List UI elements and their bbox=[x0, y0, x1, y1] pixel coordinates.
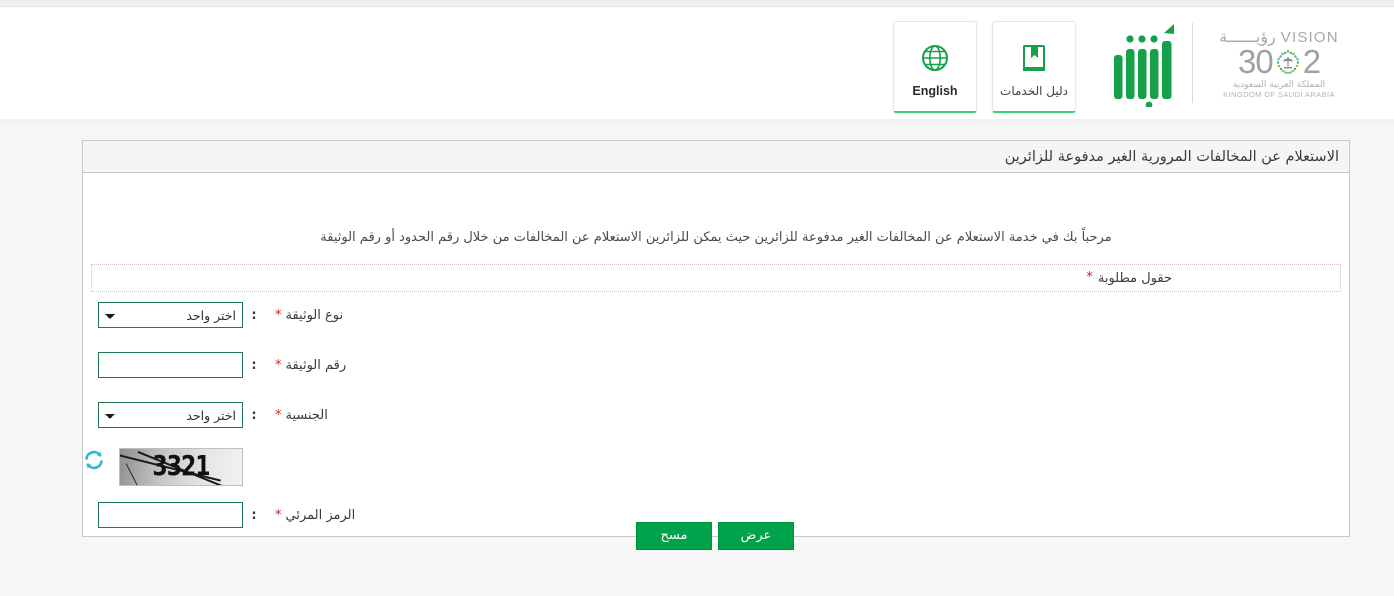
browser-top-strip bbox=[0, 0, 1394, 7]
form-row-document-type: نوع الوثيقة* : اختر واحد bbox=[81, 298, 1349, 332]
form-area: نوع الوثيقة* : اختر واحد رقم الوثيقة* : bbox=[81, 298, 1349, 548]
document-type-label: نوع الوثيقة bbox=[285, 307, 344, 323]
vision-num-left: 2 bbox=[1302, 43, 1321, 80]
header-inner: VISION رؤيــــــة 2 30 المملكة العربية ا… bbox=[0, 7, 1394, 119]
captcha-code-text: 3321 bbox=[152, 451, 210, 483]
header-action-cards: English دليل الخدمات bbox=[893, 21, 1085, 115]
vision-subtitle-en: KINGDOM OF SAUDI ARABIA bbox=[1223, 90, 1335, 99]
nationality-required-icon: * bbox=[275, 407, 282, 423]
vision-2030-logo: VISION رؤيــــــة 2 30 المملكة العربية ا… bbox=[1192, 23, 1349, 103]
absher-logo bbox=[1108, 19, 1182, 109]
panel-header: الاستعلام عن المخالفات المرورية الغير مد… bbox=[83, 141, 1349, 173]
services-guide-label: دليل الخدمات bbox=[1000, 83, 1068, 98]
captcha-refresh-button[interactable] bbox=[81, 448, 107, 474]
nationality-label-cell: الجنسية* bbox=[265, 408, 1349, 423]
vision-subtitle-ar: المملكة العربية السعودية bbox=[1232, 80, 1326, 90]
services-guide-button[interactable]: دليل الخدمات bbox=[992, 21, 1076, 113]
document-number-required-icon: * bbox=[275, 357, 282, 373]
site-header: VISION رؤيــــــة 2 30 المملكة العربية ا… bbox=[0, 7, 1394, 120]
document-type-label-cell: نوع الوثيقة* bbox=[265, 308, 1349, 323]
nationality-field-cell: اختر واحد bbox=[81, 402, 243, 428]
captcha-image-field-cell: 3321 bbox=[81, 448, 243, 486]
captcha-noise-line bbox=[125, 463, 143, 485]
nationality-select[interactable]: اختر واحد bbox=[98, 402, 243, 428]
required-fields-note-inner: حقول مطلوبة * bbox=[1086, 271, 1172, 286]
document-type-field-cell: اختر واحد bbox=[81, 302, 243, 328]
book-bookmark-icon bbox=[1019, 36, 1049, 80]
vision-palm-icon bbox=[1274, 48, 1302, 76]
required-fields-note: حقول مطلوبة * bbox=[91, 264, 1341, 292]
captcha-label: الرمز المرئي bbox=[285, 507, 356, 523]
document-type-required-icon: * bbox=[275, 307, 282, 323]
required-asterisk-icon: * bbox=[1086, 270, 1093, 285]
header-shadow-band bbox=[0, 119, 1394, 131]
vision-num-right: 30 bbox=[1237, 43, 1274, 80]
form-buttons: عرض مسح bbox=[81, 522, 1349, 550]
required-fields-label: حقول مطلوبة bbox=[1097, 270, 1172, 286]
service-panel: الاستعلام عن المخالفات المرورية الغير مد… bbox=[82, 140, 1350, 550]
captcha-colon: : bbox=[251, 507, 257, 523]
logo-group: VISION رؤيــــــة 2 30 المملكة العربية ا… bbox=[1108, 15, 1380, 111]
form-row-captcha-image: 3321 bbox=[81, 448, 1349, 486]
nationality-label: الجنسية bbox=[285, 407, 328, 423]
document-number-label: رقم الوثيقة bbox=[285, 357, 347, 373]
english-language-label: English bbox=[912, 83, 958, 98]
document-type-select[interactable]: اختر واحد bbox=[98, 302, 243, 328]
form-row-nationality: الجنسية* : اختر واحد bbox=[81, 398, 1349, 432]
refresh-icon bbox=[82, 448, 106, 475]
english-language-button[interactable]: English bbox=[893, 21, 977, 113]
document-number-input[interactable] bbox=[98, 352, 243, 378]
form-row-document-number: رقم الوثيقة* : bbox=[81, 348, 1349, 382]
page-title: الاستعلام عن المخالفات المرورية الغير مد… bbox=[1004, 148, 1339, 165]
document-number-colon: : bbox=[251, 357, 257, 373]
submit-button[interactable]: عرض bbox=[718, 522, 794, 550]
document-number-field-cell bbox=[81, 352, 243, 378]
captcha-image: 3321 bbox=[119, 448, 243, 486]
nationality-colon: : bbox=[251, 407, 257, 423]
panel-body: مرحباً بك في خدمة الاستعلام عن المخالفات… bbox=[83, 173, 1349, 550]
document-number-label-cell: رقم الوثيقة* bbox=[265, 358, 1349, 373]
document-type-colon: : bbox=[251, 307, 257, 323]
vision-number: 2 30 bbox=[1237, 43, 1321, 80]
clear-button[interactable]: مسح bbox=[636, 522, 712, 550]
captcha-label-cell: الرمز المرئي* bbox=[265, 508, 1349, 523]
intro-description: مرحباً بك في خدمة الاستعلام عن المخالفات… bbox=[320, 230, 1112, 245]
globe-icon bbox=[920, 36, 950, 80]
captcha-required-icon: * bbox=[275, 507, 282, 523]
